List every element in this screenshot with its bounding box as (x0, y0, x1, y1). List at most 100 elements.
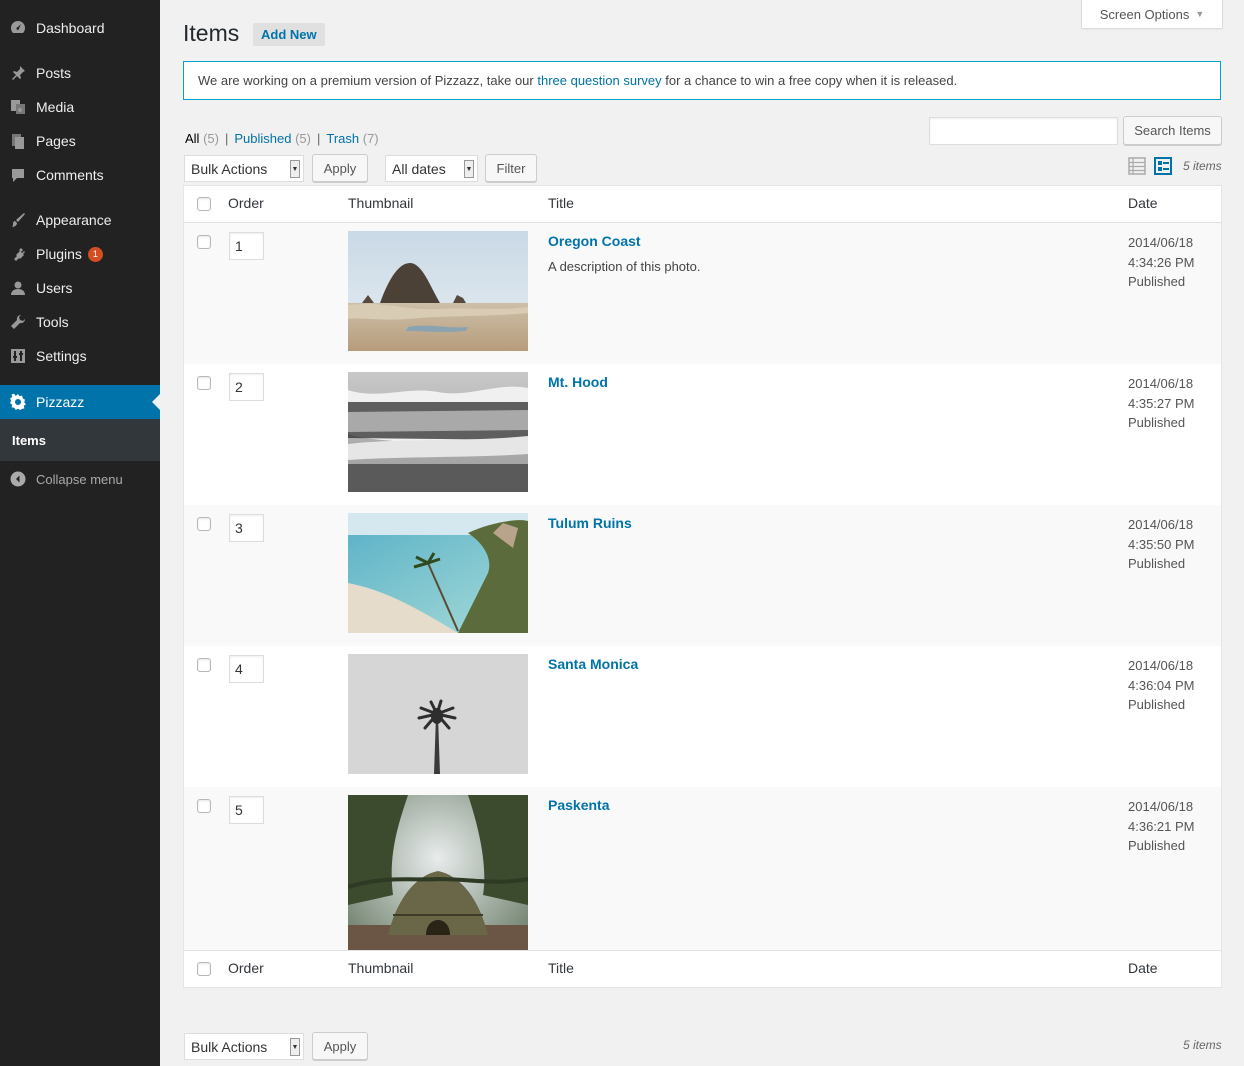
column-title[interactable]: Title (548, 960, 574, 976)
view-all-link[interactable]: All (5) (185, 131, 219, 146)
separator: | (224, 131, 229, 146)
status-value: Published (1128, 415, 1186, 430)
column-date[interactable]: Date (1128, 960, 1158, 976)
wrench-icon (0, 313, 36, 331)
excerpt-view-icon[interactable] (1154, 157, 1172, 175)
bulk-actions-value: Bulk Actions (191, 1038, 268, 1055)
sidebar-item-label: Tools (36, 314, 69, 330)
survey-link[interactable]: three question survey (537, 73, 661, 88)
view-trash-link[interactable]: Trash (7) (326, 131, 378, 146)
screen-options-button[interactable]: Screen Options ▼ (1081, 0, 1223, 29)
select-arrow-icon: ▼ (464, 160, 474, 178)
notice-text-end: for a chance to win a free copy when it … (661, 73, 958, 88)
item-title-link[interactable]: Oregon Coast (548, 233, 641, 249)
brush-icon (0, 211, 36, 229)
admin-sidebar: Dashboard Posts Media Pages Comments App… (0, 0, 160, 1066)
table-header: Order Thumbnail Title Date (184, 186, 1221, 223)
status-value: Published (1128, 274, 1186, 289)
sidebar-item-pages[interactable]: Pages (0, 124, 160, 158)
separator: | (316, 131, 321, 146)
sidebar-item-comments[interactable]: Comments (0, 158, 160, 192)
page-title: Items (183, 20, 240, 46)
row-checkbox[interactable] (197, 376, 211, 390)
sidebar-item-label: Appearance (36, 212, 112, 228)
chevron-down-icon: ▼ (1195, 9, 1205, 19)
table-row: 4 Santa Monica 2014/06/18 4:36:04 PM Pub… (184, 646, 1221, 787)
bulk-actions-select-bottom[interactable]: Bulk Actions ▼ (184, 1033, 304, 1060)
thumbnail-image[interactable] (348, 654, 528, 774)
item-date: 2014/06/18 4:35:27 PM Published (1128, 374, 1195, 433)
item-title-link[interactable]: Santa Monica (548, 656, 638, 672)
search-items-button[interactable]: Search Items (1123, 116, 1222, 145)
row-checkbox[interactable] (197, 235, 211, 249)
row-checkbox[interactable] (197, 799, 211, 813)
table-row: 2 Mt. Hood 2014/06/18 4:35:27 PM Publish… (184, 364, 1221, 505)
item-title-link[interactable]: Mt. Hood (548, 374, 608, 390)
sidebar-item-label: Pizzazz (36, 394, 85, 410)
column-order[interactable]: Order (228, 960, 264, 976)
sidebar-item-label: Dashboard (36, 20, 105, 36)
user-icon (0, 279, 36, 297)
sidebar-item-plugins[interactable]: Plugins 1 (0, 237, 160, 271)
sidebar-item-appearance[interactable]: Appearance (0, 203, 160, 237)
status-filter-links: All (5) | Published (5) | Trash (7) (185, 131, 379, 146)
order-input[interactable]: 1 (229, 232, 264, 260)
sidebar-item-label: Settings (36, 348, 87, 364)
apply-button[interactable]: Apply (312, 154, 368, 182)
items-count-bottom: 5 items (1183, 1038, 1222, 1052)
thumbnail-image[interactable] (348, 372, 528, 492)
select-all-checkbox[interactable] (197, 962, 211, 976)
bulk-actions-select[interactable]: Bulk Actions ▼ (184, 155, 304, 182)
admin-notice: We are working on a premium version of P… (183, 61, 1221, 100)
sidebar-item-label: Posts (36, 65, 72, 81)
collapse-menu-button[interactable]: Collapse menu (0, 466, 123, 492)
order-input[interactable]: 3 (229, 514, 264, 542)
pages-icon (0, 132, 36, 150)
thumbnail-image[interactable] (348, 795, 528, 975)
sidebar-item-pizzazz[interactable]: Pizzazz (0, 385, 160, 419)
filter-button[interactable]: Filter (485, 154, 537, 182)
thumbnail-image[interactable] (348, 231, 528, 351)
order-input[interactable]: 5 (229, 796, 264, 824)
apply-button-bottom[interactable]: Apply (312, 1032, 368, 1060)
column-date[interactable]: Date (1128, 195, 1158, 211)
sidebar-item-users[interactable]: Users (0, 271, 160, 305)
select-all-checkbox[interactable] (197, 197, 211, 211)
time-value: 4:36:04 PM (1128, 677, 1195, 693)
plugin-update-badge: 1 (87, 246, 103, 262)
row-checkbox[interactable] (197, 658, 211, 672)
sidebar-item-tools[interactable]: Tools (0, 305, 160, 339)
date-value: 2014/06/18 (1128, 376, 1194, 391)
item-description: A description of this photo. (548, 259, 701, 274)
thumbnail-image[interactable] (348, 513, 528, 633)
order-input[interactable]: 4 (229, 655, 264, 683)
view-trash-count: (7) (362, 131, 379, 146)
view-published-count: (5) (295, 131, 311, 146)
table-footer: Order Thumbnail Title Date (184, 950, 1221, 987)
sidebar-item-posts[interactable]: Posts (0, 56, 160, 90)
dates-filter-select[interactable]: All dates ▼ (385, 155, 478, 182)
date-value: 2014/06/18 (1128, 235, 1194, 250)
table-row: 3 Tulum Ruins 2014/06/18 4:35:50 PM Publ… (184, 505, 1221, 646)
sidebar-item-settings[interactable]: Settings (0, 339, 160, 373)
view-trash-label: Trash (326, 131, 360, 146)
column-title[interactable]: Title (548, 195, 574, 211)
item-date: 2014/06/18 4:35:50 PM Published (1128, 515, 1195, 574)
row-checkbox[interactable] (197, 517, 211, 531)
item-title-link[interactable]: Paskenta (548, 797, 609, 813)
submenu-item-items[interactable]: Items (12, 433, 46, 448)
add-new-button[interactable]: Add New (253, 23, 325, 46)
search-input[interactable] (929, 117, 1118, 145)
order-input[interactable]: 2 (229, 373, 264, 401)
item-title-link[interactable]: Tulum Ruins (548, 515, 632, 531)
dashboard-icon (0, 19, 36, 37)
column-order[interactable]: Order (228, 195, 264, 211)
view-published-link[interactable]: Published (5) (234, 131, 311, 146)
list-view-icon[interactable] (1128, 157, 1146, 175)
sidebar-item-media[interactable]: Media (0, 90, 160, 124)
items-table: Order Thumbnail Title Date 1 Oregon Coas… (183, 185, 1222, 988)
view-all-count: (5) (203, 131, 219, 146)
media-icon (0, 98, 36, 116)
settings-icon (0, 347, 36, 365)
sidebar-item-dashboard[interactable]: Dashboard (0, 11, 160, 45)
